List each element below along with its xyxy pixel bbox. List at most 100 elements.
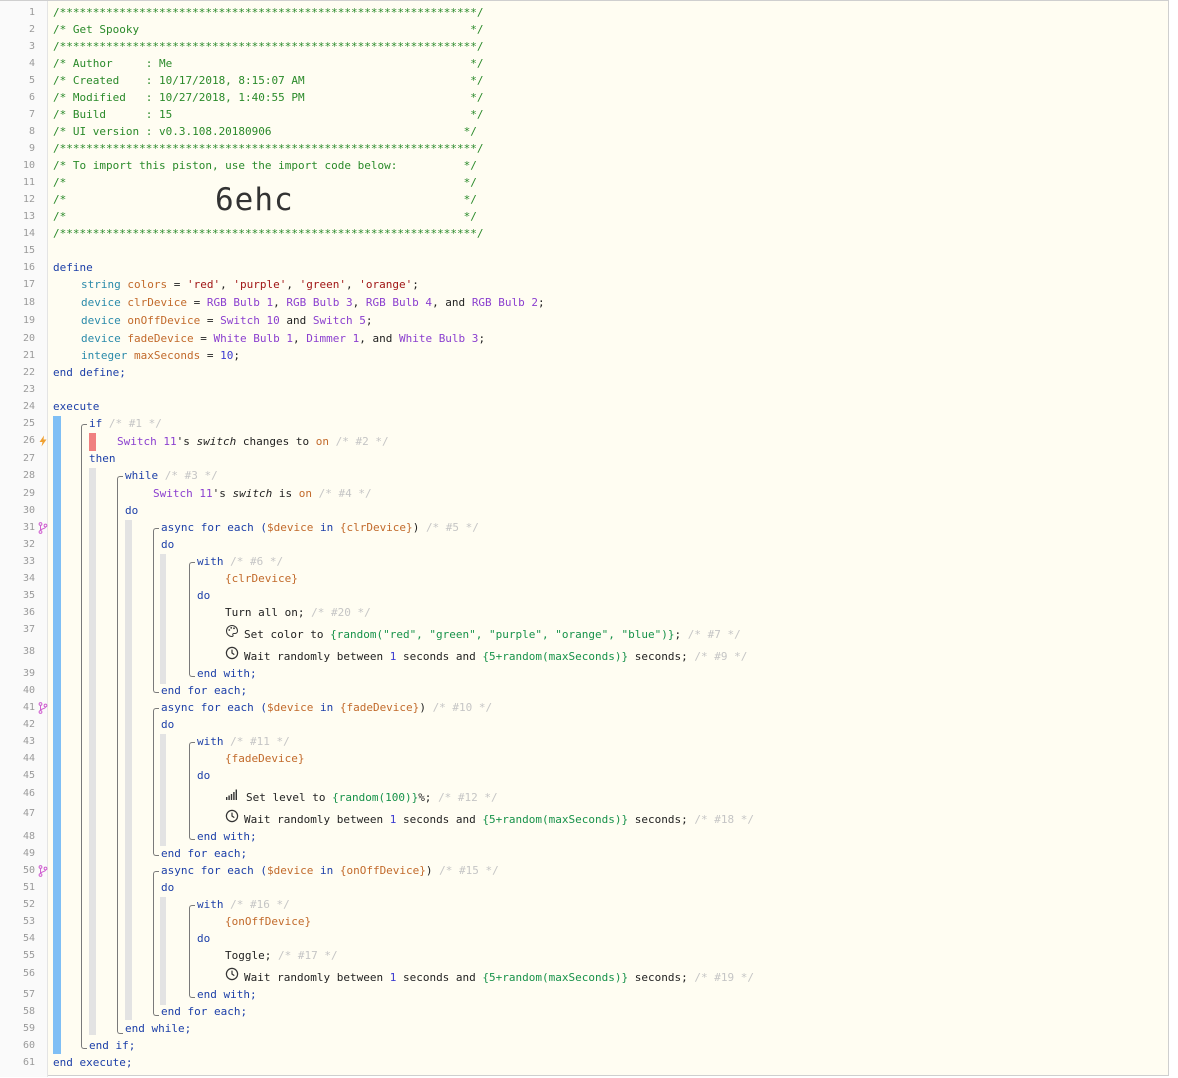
with-device[interactable]: {fadeDevice} — [225, 751, 304, 767]
end-for-each[interactable]: end for each; — [161, 1004, 247, 1020]
text: ) — [412, 521, 420, 534]
foreach-statement[interactable]: async for each ($device in {clrDevice}) … — [161, 520, 479, 536]
wait-command[interactable]: Wait randomly between 1 seconds and {5+r… — [244, 970, 754, 986]
set-color-command[interactable]: Set color to {random("red", "green", "pu… — [244, 627, 741, 643]
line-number: 33 — [22, 556, 35, 567]
variable-fadedevice[interactable]: device fadeDevice = White Bulb 1, Dimmer… — [81, 331, 485, 347]
do-keyword[interactable]: do — [125, 503, 138, 519]
variable-onoffdevice[interactable]: device onOffDevice = Switch 10 and Switc… — [81, 313, 372, 329]
end-with[interactable]: end with; — [197, 666, 257, 682]
if-condition[interactable]: Switch 11's switch changes to on /* #2 *… — [117, 434, 389, 450]
text: ) — [419, 701, 426, 714]
foreach-statement[interactable]: async for each ($device in {onOffDevice}… — [161, 863, 499, 879]
line-number: 10 — [22, 160, 35, 171]
define-keyword-line[interactable]: define — [53, 260, 93, 276]
foreach-statement[interactable]: async for each ($device in {fadeDevice})… — [161, 700, 492, 716]
comment-build: /* Build : 15 */ — [53, 108, 484, 121]
number-value: 10 — [220, 349, 234, 362]
line-number: 30 — [22, 505, 35, 516]
line-number: 19 — [22, 315, 35, 326]
line-number: 47 — [22, 808, 35, 819]
keyword: with — [197, 735, 224, 748]
comment: /* #12 */ — [438, 791, 498, 804]
expression: {random("red", "green", "purple", "orang… — [330, 628, 675, 641]
line-number: 38 — [22, 646, 35, 657]
line-number: 51 — [22, 882, 35, 893]
trigger-flash-icon — [39, 435, 47, 447]
do-keyword[interactable]: do — [197, 768, 210, 784]
foreach1-bracket — [153, 528, 159, 693]
end-for-each[interactable]: end for each; — [161, 846, 247, 862]
keyword: async for each ( — [161, 521, 267, 534]
end-for-each[interactable]: end for each; — [161, 683, 247, 699]
if-statement[interactable]: if /* #1 */ — [89, 416, 162, 432]
if-block-bar[interactable] — [53, 416, 61, 1054]
do-keyword[interactable]: do — [161, 537, 174, 553]
end-if[interactable]: end if; — [89, 1038, 135, 1054]
var-name: {clrDevice} — [339, 521, 413, 534]
line-number: 7 — [28, 109, 35, 120]
keyword: with — [197, 898, 224, 911]
line-number: 5 — [28, 75, 35, 86]
import-code[interactable]: 6ehc — [215, 182, 294, 218]
comment: /* #3 */ — [164, 469, 218, 482]
end-define[interactable]: end define; — [53, 365, 126, 381]
text: seconds; — [628, 813, 688, 826]
do-keyword[interactable]: do — [197, 931, 210, 947]
string-value: 'green' — [299, 278, 346, 291]
end-execute[interactable]: end execute; — [53, 1055, 132, 1071]
command-text: Toggle; — [225, 949, 272, 962]
comment-modified: /* Modified : 10/27/2018, 1:40:55 PM */ — [53, 91, 484, 104]
with-device[interactable]: {clrDevice} — [225, 571, 298, 587]
end-with[interactable]: end with; — [197, 829, 257, 845]
comment: /* #18 */ — [694, 813, 754, 826]
do-keyword[interactable]: do — [161, 880, 174, 896]
set-level-command[interactable]: Set level to {random(100)}%; /* #12 */ — [246, 790, 498, 806]
var-name: $device — [266, 701, 314, 714]
async-branch-icon — [38, 865, 48, 877]
operator: changes to — [236, 435, 316, 448]
string-value: 'purple' — [233, 278, 287, 291]
end-with[interactable]: end with; — [197, 987, 257, 1003]
line-number: 9 — [28, 143, 35, 154]
var-name: {fadeDevice} — [339, 701, 420, 714]
execute-keyword[interactable]: execute — [53, 399, 99, 415]
variable-colors[interactable]: string colors = 'red', 'purple', 'green'… — [81, 277, 419, 293]
end-while[interactable]: end while; — [125, 1021, 191, 1037]
line-number: 60 — [22, 1040, 35, 1051]
var-type: string — [81, 278, 121, 291]
do-keyword[interactable]: do — [197, 588, 210, 604]
turn-on-command[interactable]: Turn all on; /* #20 */ — [225, 605, 371, 621]
clock-icon — [225, 809, 239, 823]
with-device[interactable]: {onOffDevice} — [225, 914, 311, 930]
variable-maxseconds[interactable]: integer maxSeconds = 10; — [81, 348, 240, 364]
with-statement[interactable]: with /* #16 */ — [197, 897, 290, 913]
keyword: while — [125, 469, 159, 482]
then-keyword[interactable]: then — [89, 451, 116, 467]
while-statement[interactable]: while /* #3 */ — [125, 468, 218, 484]
variable-clrdevice[interactable]: device clrDevice = RGB Bulb 1, RGB Bulb … — [81, 295, 545, 311]
line-number: 44 — [22, 753, 35, 764]
with-statement[interactable]: with /* #6 */ — [197, 554, 283, 570]
keyword: if — [89, 417, 103, 430]
foreach2-bracket — [153, 708, 159, 856]
device-name: White Bulb 1 — [213, 332, 293, 345]
line-number: 23 — [22, 384, 35, 395]
line-number: 39 — [22, 668, 35, 679]
while-condition[interactable]: Switch 11's switch is on /* #4 */ — [153, 486, 372, 502]
keyword: async for each ( — [161, 701, 267, 714]
wait-command[interactable]: Wait randomly between 1 seconds and {5+r… — [244, 649, 747, 665]
with-statement[interactable]: with /* #11 */ — [197, 734, 290, 750]
var-type: device — [81, 296, 121, 309]
line-number: 11 — [22, 177, 35, 188]
toggle-command[interactable]: Toggle; /* #17 */ — [225, 948, 338, 964]
var-name: maxSeconds — [133, 349, 201, 362]
while-do-bar — [125, 520, 132, 1020]
comment-created: /* Created : 10/17/2018, 8:15:07 AM */ — [53, 74, 484, 87]
with2-bracket — [189, 742, 195, 840]
do-keyword[interactable]: do — [161, 717, 174, 733]
string-value: 'orange' — [359, 278, 413, 291]
wait-command[interactable]: Wait randomly between 1 seconds and {5+r… — [244, 812, 754, 828]
line-number: 25 — [22, 418, 35, 429]
line-number: 49 — [22, 848, 35, 859]
